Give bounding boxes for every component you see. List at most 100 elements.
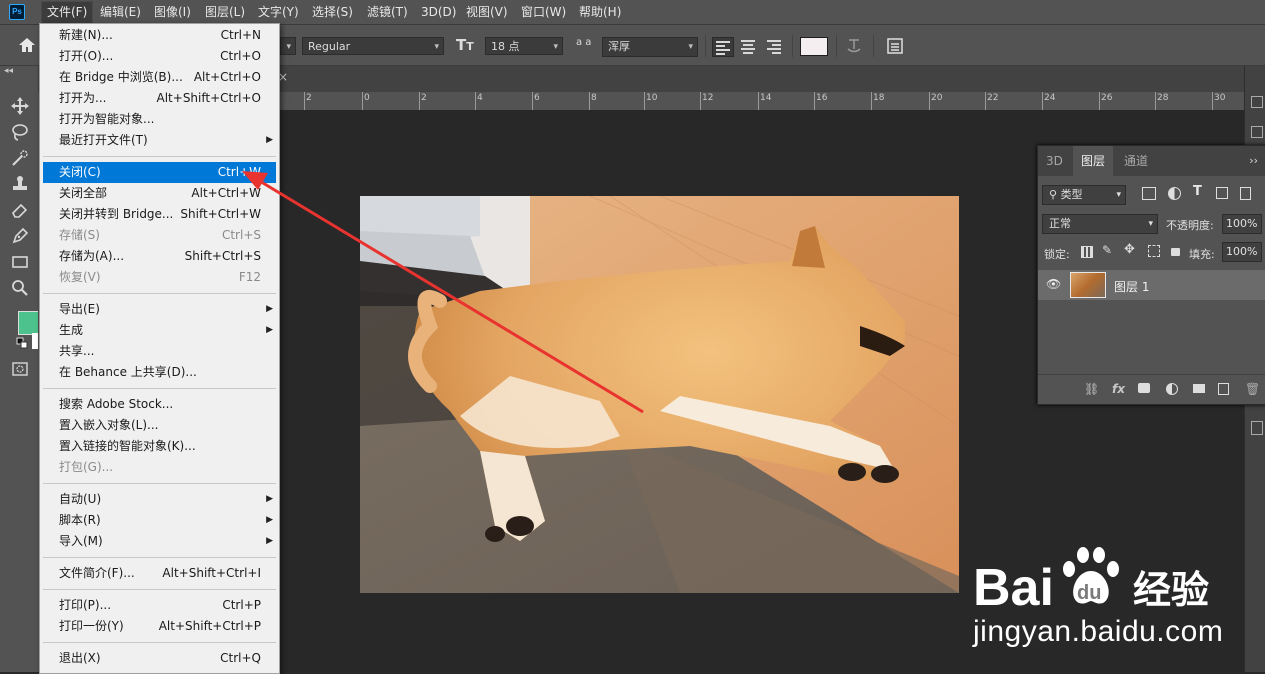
quick-selection-tool-icon[interactable] [10, 148, 30, 168]
lock-position-icon[interactable]: ✥ [1124, 242, 1135, 257]
layer-name[interactable]: 图层 1 [1114, 278, 1149, 295]
font-family-dropdown-tail[interactable]: ▾ [280, 37, 296, 55]
default-colors-icon[interactable] [16, 337, 28, 349]
menu-item[interactable]: 打印一份(Y) Alt+Shift+Ctrl+P [40, 616, 279, 637]
link-icon[interactable]: ⛓ [1084, 382, 1099, 396]
menu-item-close[interactable]: 关闭(C) Ctrl+W [43, 162, 276, 183]
document-image [360, 196, 959, 593]
menu-10[interactable]: 帮助(H) [574, 0, 626, 24]
menu-item[interactable]: 关闭并转到 Bridge... Shift+Ctrl+W [40, 204, 279, 225]
font-size-dropdown[interactable]: 18 点 ▾ [485, 37, 563, 55]
align-left-button[interactable] [712, 37, 734, 57]
lock-transparent-icon[interactable] [1081, 246, 1093, 258]
character-panel-icon[interactable] [886, 37, 904, 55]
menu-2[interactable]: 图像(I) [149, 0, 196, 24]
menu-item[interactable]: 最近打开文件(T) ▶ [40, 130, 279, 151]
rectangle-tool-icon[interactable] [10, 252, 30, 272]
tab-layers[interactable]: 图层 [1073, 146, 1114, 176]
menu-item[interactable]: 存储(S) Ctrl+S [40, 225, 279, 246]
lock-pixels-icon[interactable]: ✎ [1102, 243, 1112, 257]
menu-item[interactable]: 打包(G)... [40, 457, 279, 478]
lock-all-icon[interactable] [1171, 248, 1180, 256]
panel-icon[interactable] [1251, 126, 1263, 138]
text-color-swatch[interactable] [800, 37, 828, 56]
opacity-input[interactable]: 100% [1222, 214, 1262, 234]
stamp-tool-icon[interactable] [10, 174, 30, 194]
menu-item[interactable]: 生成 ▶ [40, 320, 279, 341]
menu-4[interactable]: 文字(Y) [253, 0, 304, 24]
new-group-icon[interactable] [1193, 384, 1205, 393]
menu-item[interactable]: 共享... [40, 341, 279, 362]
font-style-dropdown[interactable]: Regular ▾ [302, 37, 444, 55]
ruler-label: 14 [760, 93, 772, 103]
menu-0[interactable]: 文件(F) [41, 1, 94, 24]
menu-item[interactable]: 在 Behance 上共享(D)... [40, 362, 279, 383]
collapse-icon[interactable]: ◂◂ [4, 66, 13, 76]
menu-item[interactable]: 导出(E) ▶ [40, 299, 279, 320]
menu-item[interactable]: 搜索 Adobe Stock... [40, 394, 279, 415]
fill-input[interactable]: 100% [1222, 242, 1262, 262]
menu-item[interactable]: 在 Bridge 中浏览(B)... Alt+Ctrl+O [40, 67, 279, 88]
trash-icon[interactable]: 🗑 [1245, 382, 1260, 396]
menu-item[interactable]: 存储为(A)... Shift+Ctrl+S [40, 246, 279, 267]
menu-8[interactable]: 视图(V) [461, 0, 513, 24]
menu-item[interactable]: 打开(O)... Ctrl+O [40, 46, 279, 67]
new-layer-icon[interactable] [1218, 383, 1229, 395]
menu-item[interactable]: 关闭全部 Alt+Ctrl+W [40, 183, 279, 204]
separator [792, 35, 793, 57]
eye-icon[interactable]: 👁 [1046, 277, 1061, 291]
tab-channels[interactable]: 通道 [1116, 146, 1156, 176]
menu-7[interactable]: 3D(D) [416, 0, 461, 24]
filter-type-icon[interactable]: T [1193, 184, 1202, 199]
menu-item[interactable]: 恢复(V) F12 [40, 267, 279, 288]
menu-item[interactable]: 导入(M) ▶ [40, 531, 279, 552]
menu-1[interactable]: 编辑(E) [95, 0, 146, 24]
tab-3d[interactable]: 3D [1038, 146, 1071, 176]
adjustment-layer-icon[interactable] [1166, 383, 1178, 395]
zoom-tool-icon[interactable] [10, 278, 30, 298]
quick-mask-icon[interactable] [11, 361, 29, 377]
menu-item[interactable]: 脚本(R) ▶ [40, 510, 279, 531]
filter-pixel-icon[interactable] [1142, 187, 1156, 200]
align-right-button[interactable] [764, 37, 784, 55]
warp-text-icon[interactable] [846, 37, 862, 55]
menu-item[interactable]: 文件简介(F)... Alt+Shift+Ctrl+I [40, 563, 279, 584]
layer-filter-dropdown[interactable]: ⚲ 类型 ▾ [1042, 185, 1126, 205]
menu-item[interactable]: 退出(X) Ctrl+Q [40, 648, 279, 669]
pen-tool-icon[interactable] [10, 226, 30, 246]
menu-item-label: 恢复(V) [59, 270, 101, 284]
menu-item[interactable]: 打开为... Alt+Shift+Ctrl+O [40, 88, 279, 109]
eraser-tool-icon[interactable] [10, 200, 30, 220]
lasso-tool-icon[interactable] [10, 122, 30, 142]
panel-expand-icon[interactable]: ›› [1249, 154, 1258, 167]
panel-icon[interactable] [1251, 96, 1263, 108]
add-mask-icon[interactable] [1138, 383, 1150, 393]
menu-item[interactable]: 置入链接的智能对象(K)... [40, 436, 279, 457]
fx-icon[interactable]: fx [1112, 382, 1125, 396]
blend-mode-dropdown[interactable]: 正常 ▾ [1042, 214, 1158, 234]
menu-item[interactable]: 新建(N)... Ctrl+N [40, 25, 279, 46]
align-center-button[interactable] [738, 37, 758, 55]
menu-3[interactable]: 图层(L) [200, 0, 250, 24]
ruler-label: 2 [306, 93, 312, 103]
filter-shape-icon[interactable] [1216, 187, 1228, 199]
submenu-arrow-icon: ▶ [266, 515, 273, 525]
panel-icon[interactable] [1251, 421, 1263, 435]
filter-smart-object-icon[interactable] [1240, 187, 1251, 200]
move-tool-icon[interactable] [10, 96, 30, 116]
home-icon[interactable] [18, 37, 36, 53]
layer-row[interactable]: 👁 图层 1 [1038, 270, 1265, 300]
menu-item[interactable]: 自动(U) ▶ [40, 489, 279, 510]
menu-item[interactable]: 打印(P)... Ctrl+P [40, 595, 279, 616]
antialias-icon: a a [576, 37, 592, 48]
menu-item[interactable]: 置入嵌入对象(L)... [40, 415, 279, 436]
filter-adjustment-icon[interactable] [1168, 187, 1181, 200]
lock-artboard-icon[interactable] [1148, 245, 1160, 257]
menu-9[interactable]: 窗口(W) [516, 0, 571, 24]
submenu-arrow-icon: ▶ [266, 304, 273, 314]
menu-6[interactable]: 滤镜(T) [362, 0, 413, 24]
menu-item[interactable]: 打开为智能对象... [40, 109, 279, 130]
menu-5[interactable]: 选择(S) [307, 0, 358, 24]
antialias-dropdown[interactable]: 浑厚 ▾ [602, 37, 698, 57]
menu-item-label: 打开为智能对象... [59, 112, 155, 126]
